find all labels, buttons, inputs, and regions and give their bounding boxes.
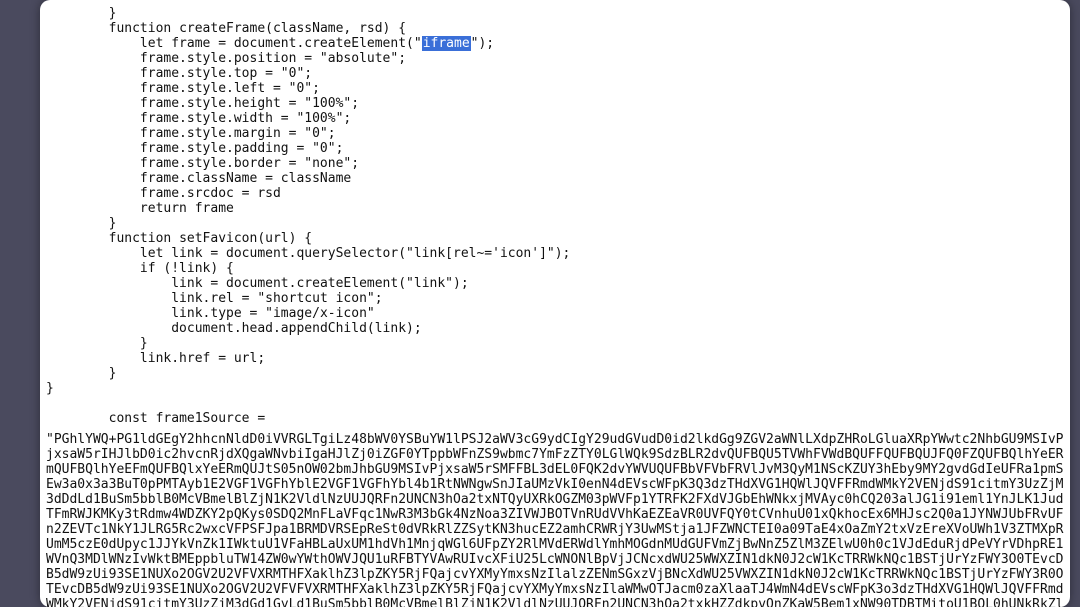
code-viewer[interactable]: } function createFrame(className, rsd) {…	[40, 0, 1070, 607]
source-code: } function createFrame(className, rsd) {…	[40, 0, 1070, 432]
text-selection: iframe	[422, 36, 471, 51]
base64-literal: "PGhlYWQ+PG1ldGEgY2hhcnNldD0iVVRGLTgiLz4…	[40, 432, 1070, 607]
